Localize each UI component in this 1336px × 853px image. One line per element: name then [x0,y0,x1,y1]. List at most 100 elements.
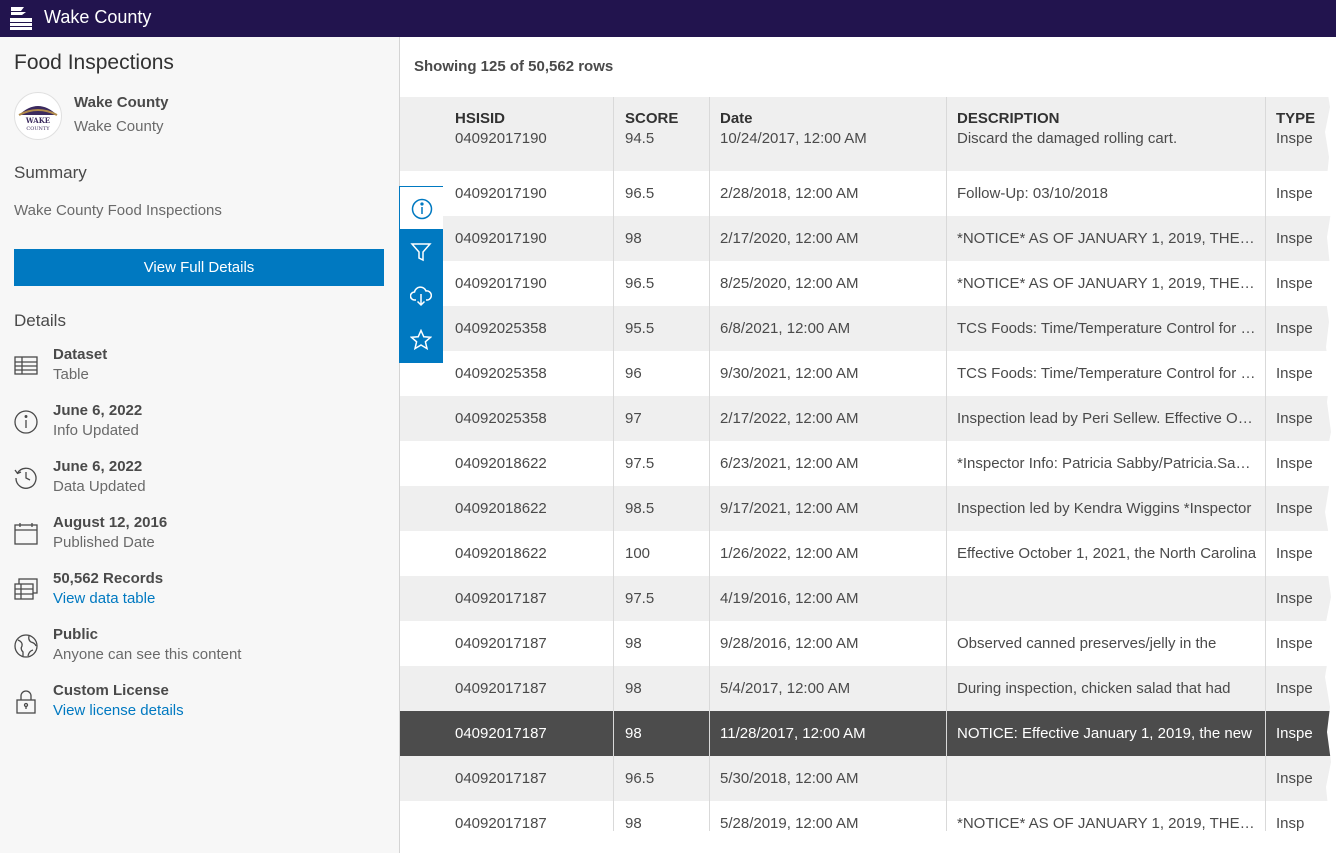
svg-text:WAKE: WAKE [25,116,50,125]
table-row[interactable]: 04092017187 98 5/28/2019, 12:00 AM *NOTICE*… [400,801,1336,831]
cell-hsisid: 04092017190 [455,130,547,147]
table-row[interactable]: 04092017190 96.5 2/28/2018, 12:00 AM Follow… [400,171,1336,217]
lock-icon [14,690,38,714]
column-divider [1265,97,1266,831]
torn-edge [1325,37,1336,853]
detail-public: Public Anyone can see this content [14,626,384,672]
cell-date: 6/8/2021, 12:00 AM [720,320,851,337]
cell-score: 98.5 [625,500,655,517]
column-header-hsisid[interactable]: HSISID [455,110,605,127]
table-row[interactable]: 04092025358 97 2/17/2022, 12:00 AM Inspecti… [400,396,1336,441]
cell-hsisid: 04092025358 [455,365,547,382]
view-license-details-link[interactable]: View license details [53,702,184,719]
cell-date: 9/30/2021, 12:00 AM [720,365,859,382]
cell-date: 4/19/2016, 12:00 AM [720,590,859,607]
view-data-table-link[interactable]: View data table [53,590,155,607]
cell-score: 96 [625,365,642,382]
cell-hsisid: 04092017187 [455,815,547,831]
cell-score: 100 [625,545,651,562]
table-row-selected[interactable]: 04092017187 98 11/28/2017, 12:00 AM NOTICE:… [400,711,1336,756]
cell-description: Effective October 1, 2021, the North Car… [957,545,1257,562]
table-row[interactable]: 04092017187 98 9/28/2016, 12:00 AM Observed… [400,621,1336,667]
owner-org: Wake County [74,118,164,135]
filter-button[interactable] [399,230,443,274]
table-row[interactable]: 04092018622 98.5 9/17/2021, 12:00 AM Inspec… [400,486,1336,531]
view-full-details-button[interactable]: View Full Details [14,249,384,286]
table-icon [14,354,38,378]
history-icon [14,466,38,490]
cell-description: Follow-Up: 03/10/2018 [957,185,1108,202]
wake-county-logo[interactable] [8,3,34,33]
column-divider [613,97,614,831]
top-bar: Wake County [0,0,1336,37]
svg-text:COUNTY: COUNTY [26,126,50,132]
cell-hsisid: 04092017190 [455,185,547,202]
detail-sub: Published Date [53,534,155,551]
owner-avatar: WAKE COUNTY [14,92,62,140]
cell-date: 2/17/2020, 12:00 AM [720,230,859,247]
info-icon [14,410,38,434]
detail-data-updated: June 6, 2022 Data Updated [14,458,384,504]
column-header-date[interactable]: Date [720,110,940,127]
favorite-button[interactable] [399,318,443,362]
detail-sub: Info Updated [53,422,139,439]
cell-score: 96.5 [625,275,655,292]
cell-date: 8/25/2020, 12:00 AM [720,275,859,292]
cell-hsisid: 04092025358 [455,410,547,427]
owner-name[interactable]: Wake County [74,94,168,111]
detail-title: Dataset [53,346,108,363]
summary-heading: Summary [14,163,87,182]
table-header: HSISID SCORE Date DESCRIPTION TYPE [400,97,1336,127]
table-row[interactable]: 04092017187 98 5/4/2017, 12:00 AM During in… [400,666,1336,711]
detail-title: 50,562 Records [53,570,164,587]
item-sidebar: Food Inspections WAKE COUNTY Wake County… [0,37,400,853]
table-row[interactable]: 04092018622 97.5 6/23/2021, 12:00 AM *Inspe… [400,441,1336,487]
cell-date: 6/23/2021, 12:00 AM [720,455,859,472]
table-row[interactable]: 04092017190 96.5 8/25/2020, 12:00 AM *NOTIC… [400,261,1336,307]
detail-title: June 6, 2022 [53,402,143,419]
summary-text: Wake County Food Inspections [14,202,222,219]
cell-score: 97 [625,410,642,427]
cell-score: 98 [625,230,642,247]
table-row[interactable]: 04092017190 94.5 10/24/2017, 12:00 AM Disca… [400,126,1336,171]
cell-hsisid: 04092018622 [455,455,547,472]
site-brand[interactable]: Wake County [44,7,151,28]
detail-title: Custom License [53,682,169,699]
table-row[interactable]: 04092017187 96.5 5/30/2018, 12:00 AM Inspe [400,756,1336,801]
cell-description: TCS Foods: Time/Temperature Control for … [957,320,1257,337]
cell-score: 97.5 [625,455,655,472]
details-heading: Details [14,311,66,330]
cell-date: 11/28/2017, 12:00 AM [720,725,866,742]
row-count: Showing 125 of 50,562 rows [414,58,614,75]
cell-date: 5/30/2018, 12:00 AM [720,770,859,787]
cell-hsisid: 04092025358 [455,320,547,337]
cell-description: Discard the damaged rolling cart. [957,130,1178,147]
cell-description: Observed canned preserves/jelly in the [957,635,1217,652]
detail-sub: Data Updated [53,478,146,495]
cell-description: TCS Foods: Time/Temperature Control for … [957,365,1257,382]
table-row[interactable]: 04092025358 96 9/30/2021, 12:00 AM TCS Food… [400,351,1336,397]
cell-score: 98 [625,815,642,831]
info-button[interactable] [399,186,443,230]
table-row[interactable]: 04092025358 95.5 6/8/2021, 12:00 AM TCS Foo… [400,306,1336,351]
cell-date: 2/17/2022, 12:00 AM [720,410,859,427]
cell-description: *Inspector Info: Patricia Sabby/Patricia… [957,455,1257,472]
column-header-score[interactable]: SCORE [625,110,705,127]
table-row[interactable]: 04092017190 98 2/17/2020, 12:00 AM *NOTICE*… [400,216,1336,261]
cell-description: Inspection lead by Peri Sellew. Effectiv… [957,410,1257,427]
cell-hsisid: 04092017187 [455,725,547,742]
table-row[interactable]: 04092017187 97.5 4/19/2016, 12:00 AM Inspe [400,576,1336,621]
cell-date: 1/26/2022, 12:00 AM [720,545,859,562]
cell-score: 98 [625,680,642,697]
cell-score: 98 [625,635,642,652]
column-header-description[interactable]: DESCRIPTION [957,110,1257,127]
table-row[interactable]: 04092018622 100 1/26/2022, 12:00 AM Effecti… [400,531,1336,577]
cell-hsisid: 04092017190 [455,230,547,247]
data-table: HSISID SCORE Date DESCRIPTION TYPE 04092… [400,97,1336,831]
download-button[interactable] [399,274,443,318]
cell-date: 9/17/2021, 12:00 AM [720,500,859,517]
calendar-icon [14,522,38,546]
cell-hsisid: 04092017187 [455,590,547,607]
detail-title: August 12, 2016 [53,514,168,531]
cell-score: 98 [625,725,642,742]
